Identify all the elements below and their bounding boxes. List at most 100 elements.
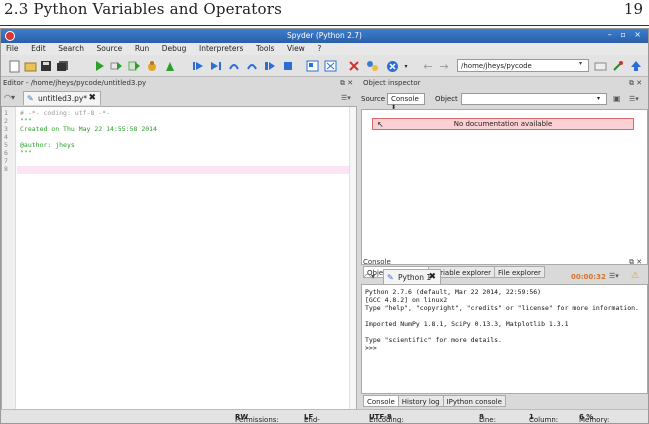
maximize-pane-icon[interactable] (305, 59, 319, 73)
title-bar: Spyder (Python 2.7) – ▫ × (1, 29, 648, 43)
stop-debug-icon[interactable] (281, 59, 295, 73)
line-number: 6 (4, 149, 8, 157)
code-line: Created on Thu May 22 14:55:58 2014 (20, 125, 157, 133)
inspector-pane-controls[interactable]: ⧉ ✕ (629, 79, 642, 89)
help-icon[interactable] (385, 59, 399, 73)
editor-options-icon[interactable]: ☰▾ (341, 94, 351, 102)
line-number: 4 (4, 133, 8, 141)
working-directory-input[interactable]: /home/jheys/pycode (457, 59, 589, 72)
editor-pane-controls[interactable]: ⧉ ✕ (340, 79, 353, 89)
step-icon[interactable] (191, 59, 205, 73)
new-file-icon[interactable] (7, 59, 21, 73)
object-dropdown-icon[interactable]: ▾ (597, 95, 600, 102)
run-selection-icon[interactable] (127, 59, 141, 73)
object-label: Object (435, 95, 458, 103)
object-inspector-title: Object inspector (363, 79, 421, 87)
parent-dir-icon[interactable] (629, 59, 643, 73)
profile-icon[interactable] (163, 59, 177, 73)
editor-scrollbar[interactable] (349, 107, 356, 423)
object-input[interactable] (461, 93, 607, 105)
encoding-label: Encoding: (369, 416, 404, 424)
undock-icon[interactable]: ⧉ (629, 79, 634, 87)
pythonpath-icon[interactable] (365, 59, 379, 73)
menu-view[interactable]: View (282, 43, 310, 53)
save-all-icon[interactable] (55, 59, 69, 73)
run-icon[interactable] (93, 59, 107, 73)
code-editor[interactable]: 1 2 3 4 5 6 7 8 # -*- coding: utf-8 -*- … (1, 106, 357, 423)
set-workdir-icon[interactable] (611, 59, 625, 73)
status-bar: Permissions: RW End-of-lines: LF Encodin… (1, 409, 648, 424)
python-console[interactable]: Python 2.7.6 (default, Mar 22 2014, 22:5… (361, 284, 648, 394)
console-timer: 00:00:32 (571, 273, 606, 281)
console-tab-bar: ◠▾ ✎ Python 1 ✖ 00:00:32 ☰▾ ⚠ (361, 269, 648, 284)
menu-edit[interactable]: Edit (26, 43, 51, 53)
memory-status: Memory: 6 % (579, 413, 609, 423)
tab-python-1[interactable]: ✎ Python 1 ✖ (383, 269, 441, 284)
line-label: Line: (479, 416, 496, 424)
fullscreen-icon[interactable] (323, 59, 337, 73)
console-options-icon[interactable]: ☰▾ (609, 272, 619, 280)
close-console-tab-icon[interactable]: ✖ (428, 272, 436, 282)
tools-icon[interactable] (347, 59, 361, 73)
step-into-icon[interactable] (209, 59, 223, 73)
source-label: Source (361, 95, 386, 103)
source-select-value: Console (391, 95, 419, 103)
lock-icon[interactable]: ▣ (613, 94, 621, 103)
open-file-icon[interactable] (23, 59, 37, 73)
step-over-icon[interactable] (227, 59, 241, 73)
window-title: Spyder (Python 2.7) (287, 31, 362, 40)
browse-console-tabs-icon[interactable]: ◠▾ (364, 272, 375, 281)
step-return-icon[interactable] (245, 59, 259, 73)
section-title: 2.3 Python Variables and Operators (4, 0, 282, 18)
menu-tools[interactable]: Tools (251, 43, 279, 53)
source-select[interactable]: Console ⬍ (387, 93, 425, 111)
run-settings-icon[interactable] (109, 59, 123, 73)
menu-debug[interactable]: Debug (157, 43, 192, 53)
line-status: Line: 8 (479, 413, 496, 423)
close-pane-icon[interactable]: ✕ (347, 79, 353, 87)
editor-tab-bar: ◠▾ ✎ untitled3.py* ✖ ☰▾ (1, 91, 359, 105)
console-bottom-tabs: Console History log IPython console (363, 395, 506, 407)
tab-untitled3[interactable]: ✎ untitled3.py* ✖ (23, 91, 101, 105)
menu-run[interactable]: Run (130, 43, 154, 53)
console-prompt: >>> (365, 344, 377, 352)
eol-status: End-of-lines: LF (304, 413, 320, 423)
save-icon[interactable] (39, 59, 53, 73)
tab-ipython-console[interactable]: IPython console (442, 395, 506, 407)
path-dropdown-icon[interactable]: ▾ (579, 60, 582, 67)
tab-history-log[interactable]: History log (397, 395, 444, 407)
back-arrow-icon[interactable]: ← (421, 59, 435, 73)
menu-source[interactable]: Source (92, 43, 128, 53)
debug-icon[interactable] (145, 59, 159, 73)
inspector-options-icon[interactable]: ☰▾ (629, 95, 639, 103)
window-controls[interactable]: – ▫ × (608, 30, 644, 39)
page-number: 19 (623, 0, 643, 18)
column-label: Column: (529, 416, 559, 424)
console-line: [GCC 4.8.2] on linux2 (365, 296, 448, 304)
warning-icon[interactable]: ⚠ (631, 271, 639, 281)
code-line: # -*- coding: utf-8 -*- (20, 109, 111, 117)
close-pane-icon[interactable]: ✕ (636, 79, 642, 87)
tab-python-1-label: Python 1 (398, 273, 432, 282)
undock-icon[interactable]: ⧉ (340, 79, 345, 87)
tab-console[interactable]: Console (363, 395, 399, 407)
forward-arrow-icon[interactable]: → (437, 59, 451, 73)
line-number: 5 (4, 141, 8, 149)
menu-file[interactable]: File (1, 43, 24, 53)
cursor-icon: ↖ (377, 120, 384, 129)
browse-tabs-icon[interactable]: ◠▾ (4, 93, 15, 102)
console-pane-controls[interactable]: ⧉ ✕ (629, 258, 642, 268)
browse-folder-icon[interactable] (593, 59, 607, 73)
console-line: Python 2.7.6 (default, Mar 22 2014, 22:5… (365, 288, 542, 296)
close-tab-icon[interactable]: ✖ (88, 93, 96, 103)
undock-icon[interactable]: ⧉ (629, 258, 634, 266)
menu-interpreters[interactable]: Interpreters (194, 43, 248, 53)
help-dropdown-icon[interactable]: ▾ (399, 59, 413, 73)
menu-help[interactable]: ? (312, 43, 326, 53)
documentation-view: ↖ No documentation available (361, 109, 648, 265)
code-line: @author: jheys (20, 141, 75, 149)
menu-search[interactable]: Search (53, 43, 89, 53)
permissions-label: Permissions: (235, 416, 279, 424)
continue-icon[interactable] (263, 59, 277, 73)
close-pane-icon[interactable]: ✕ (636, 258, 642, 266)
